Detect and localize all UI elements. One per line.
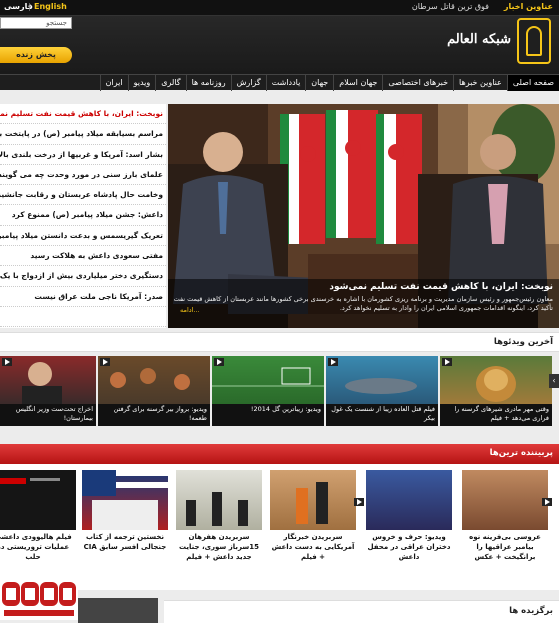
most-viewed-section: پربیننده ترین‌ها عروسی بی‌فرینه نوه بیام… <box>0 444 559 590</box>
bottom-dark-panel <box>78 598 158 623</box>
video-image <box>326 356 438 404</box>
video-thumb[interactable]: اخراج تحت‌ست وزیر انگلیس بیمارستان! <box>0 356 96 426</box>
nav-item-reports[interactable]: گزارش <box>230 74 266 91</box>
video-image <box>440 356 552 404</box>
hero-caption-text: معاون رئیس‌جمهور و رئیس سازمان مدیریت و … <box>173 295 553 312</box>
most-viewed-caption: عروسی بی‌فرینه نوه بیامبر عراقیها را برا… <box>469 533 541 561</box>
most-viewed-item[interactable]: سربریدن خبرنگار آمریکایی به دست داعش + ف… <box>270 470 552 586</box>
video-caption: فیلم قتل العاده زیبا از شنست یک غول بیکر <box>326 404 438 426</box>
site-header: فارسی | English عناوین اخبار فوق ترین قا… <box>0 0 559 74</box>
most-viewed-item[interactable]: عروسی بی‌فرینه نوه بیامبر عراقیها را برا… <box>462 470 548 586</box>
play-icon <box>328 358 338 366</box>
headline-item[interactable]: صدر: آمریکا ناجی ملت عراق نیست <box>0 287 166 307</box>
most-viewed-image <box>366 470 452 530</box>
headline-item[interactable]: علمای بارز سنی در مورد وحدت چه می گویند … <box>0 165 166 186</box>
latest-videos-title: آخرین ویدئوها <box>493 337 553 347</box>
lang-separator: | <box>28 2 31 11</box>
nav-item-exclusive[interactable]: خبرهای اختصاصی <box>382 74 453 91</box>
video-caption: اخراج تحت‌ست وزیر انگلیس بیمارستان! <box>0 404 96 426</box>
nav-item-world[interactable]: جهان <box>305 74 333 91</box>
video-image <box>98 356 210 404</box>
most-viewed-image <box>176 470 262 530</box>
hero-image[interactable]: نوبخت: ایران، با کاهش قیمت نفت تسلیم نمی… <box>168 104 559 328</box>
most-viewed-item[interactable]: ویدیو: حرف و خروس دختران عراقی در محفل د… <box>366 470 452 586</box>
most-viewed-item[interactable]: نخستین ترجمه از کتاب جنجالی افسر سابق CI… <box>82 470 168 586</box>
headline-item[interactable] <box>0 307 166 328</box>
carousel-next-arrow[interactable]: ‹ <box>549 374 559 388</box>
most-viewed-caption: ویدیو: حرف و خروس دختران عراقی در محفل د… <box>367 533 451 561</box>
play-icon <box>442 358 452 366</box>
picks-title: برگزیده ها <box>509 606 553 616</box>
headline-item[interactable]: بشار اسد: آمریکا و غربیها از درخت بلندی … <box>0 145 166 165</box>
hero-more-link[interactable]: ادامه... <box>180 306 200 314</box>
video-thumb[interactable]: ویدیو: زیباترین گل 2014! <box>212 356 324 426</box>
play-icon <box>214 358 224 366</box>
picks-section-header: برگزیده ها <box>164 600 559 623</box>
nav-item-notes[interactable]: یادداشت <box>265 74 306 91</box>
most-viewed-image <box>270 470 356 530</box>
headline-item[interactable]: مراسم بسیابقه میلاد پیامبر (ص) در پایتخت… <box>0 124 166 145</box>
most-viewed-caption: فیلم هالیوودی داعشی عملیات تروریستی در ح… <box>0 533 72 561</box>
site-logo[interactable]: شبکه العالم <box>447 18 551 64</box>
headline-item[interactable]: نوبخت: ایران، با کاهش قیمت نفت تسلیم نمی… <box>0 104 166 125</box>
top-bar: فارسی | English عناوین اخبار فوق ترین قا… <box>0 0 559 16</box>
nav-item-headlines[interactable]: عناوین خبرها <box>453 74 507 91</box>
video-caption: ویدیو: برواز بیر گرسنه برای گرفتن طعمه! <box>98 404 210 426</box>
ticker-text[interactable]: فوق ترین قاتل سرطان <box>412 2 489 11</box>
nav-item-newspapers[interactable]: روزنامه ها <box>185 74 231 91</box>
hero-caption-title[interactable]: نوبخت: ایران، با کاهش قیمت نفت تسلیم نمی… <box>329 282 553 292</box>
search-input[interactable]: جستجو <box>0 17 72 29</box>
headline-item[interactable]: مفتی سعودی داعش به هلاکت رسید <box>0 246 166 267</box>
most-viewed-image <box>0 470 76 530</box>
video-caption: وقتی مهر مادری شیرهای گرسنه را فراری می‌… <box>440 404 552 426</box>
most-viewed-item[interactable]: فیلم هالیوودی داعشی عملیات تروریستی در ح… <box>0 470 76 586</box>
headline-item[interactable]: داعش: جشن میلاد پیامبر (ص) ممنوع کرد <box>0 205 166 226</box>
video-thumb[interactable]: فیلم قتل العاده زیبا از شنست یک غول بیکر <box>326 356 438 426</box>
live-stream-button[interactable]: پخش زنده <box>0 47 72 63</box>
latest-videos-row: وقتی مهر مادری شیرهای گرسنه را فراری می‌… <box>0 356 559 428</box>
most-viewed-caption: نخستین ترجمه از کتاب جنجالی افسر سابق CI… <box>83 533 167 551</box>
video-thumb[interactable]: وقتی مهر مادری شیرهای گرسنه را فراری می‌… <box>440 356 552 426</box>
play-icon <box>542 498 552 506</box>
nav-item-home[interactable]: صفحه اصلی <box>506 74 559 91</box>
headline-item[interactable]: تعریک گیریسمس و بدعت دانستن میلاد پیامبر… <box>0 226 166 247</box>
most-viewed-title: پربیننده ترین‌ها <box>489 448 553 458</box>
most-viewed-item[interactable]: سربریدن هفرهان 15سرباز سوری، جنایت جدید … <box>176 470 364 586</box>
nav-item-iran[interactable]: ایران <box>99 74 128 91</box>
video-image <box>0 356 96 404</box>
video-thumb[interactable]: ویدیو: برواز بیر گرسنه برای گرفتن طعمه! <box>98 356 210 426</box>
most-viewed-header: پربیننده ترین‌ها <box>0 444 559 464</box>
nav-item-video[interactable]: ویدیو <box>127 74 156 91</box>
latest-videos-header: آخرین ویدئوها <box>0 332 559 352</box>
most-viewed-caption: سربریدن هفرهان 15سرباز سوری، جنایت جدید … <box>178 533 260 561</box>
lang-english-link[interactable]: English <box>34 2 67 11</box>
video-caption: ویدیو: زیباترین گل 2014! <box>212 404 324 426</box>
play-icon <box>354 498 364 506</box>
headline-item[interactable]: دستگیری دختر میلیاردی بیش از ازدواج با ی… <box>0 266 166 287</box>
headline-item[interactable]: وخامت حال پادشاه عربستان و رقابت جانشینی… <box>0 185 166 206</box>
nav-item-islamic-world[interactable]: جهان اسلام <box>333 74 382 91</box>
logo-emblem-icon <box>517 18 551 64</box>
most-viewed-image <box>82 470 168 530</box>
corner-watermark-logo <box>0 580 78 620</box>
main-nav: صفحه اصلی عناوین خبرها خبرهای اختصاصی جه… <box>0 74 559 91</box>
ticker-label[interactable]: عناوین اخبار <box>504 2 553 11</box>
most-viewed-image <box>462 470 548 530</box>
video-image <box>212 356 324 404</box>
most-viewed-caption: سربریدن خبرنگار آمریکایی به دست داعش + ف… <box>271 533 355 561</box>
nav-item-gallery[interactable]: گالری <box>155 74 185 91</box>
play-icon <box>100 358 110 366</box>
logo-text: شبکه العالم <box>447 32 511 47</box>
headline-list: نوبخت: ایران، با کاهش قیمت نفت تسلیم نمی… <box>0 104 166 328</box>
play-icon <box>2 358 12 366</box>
